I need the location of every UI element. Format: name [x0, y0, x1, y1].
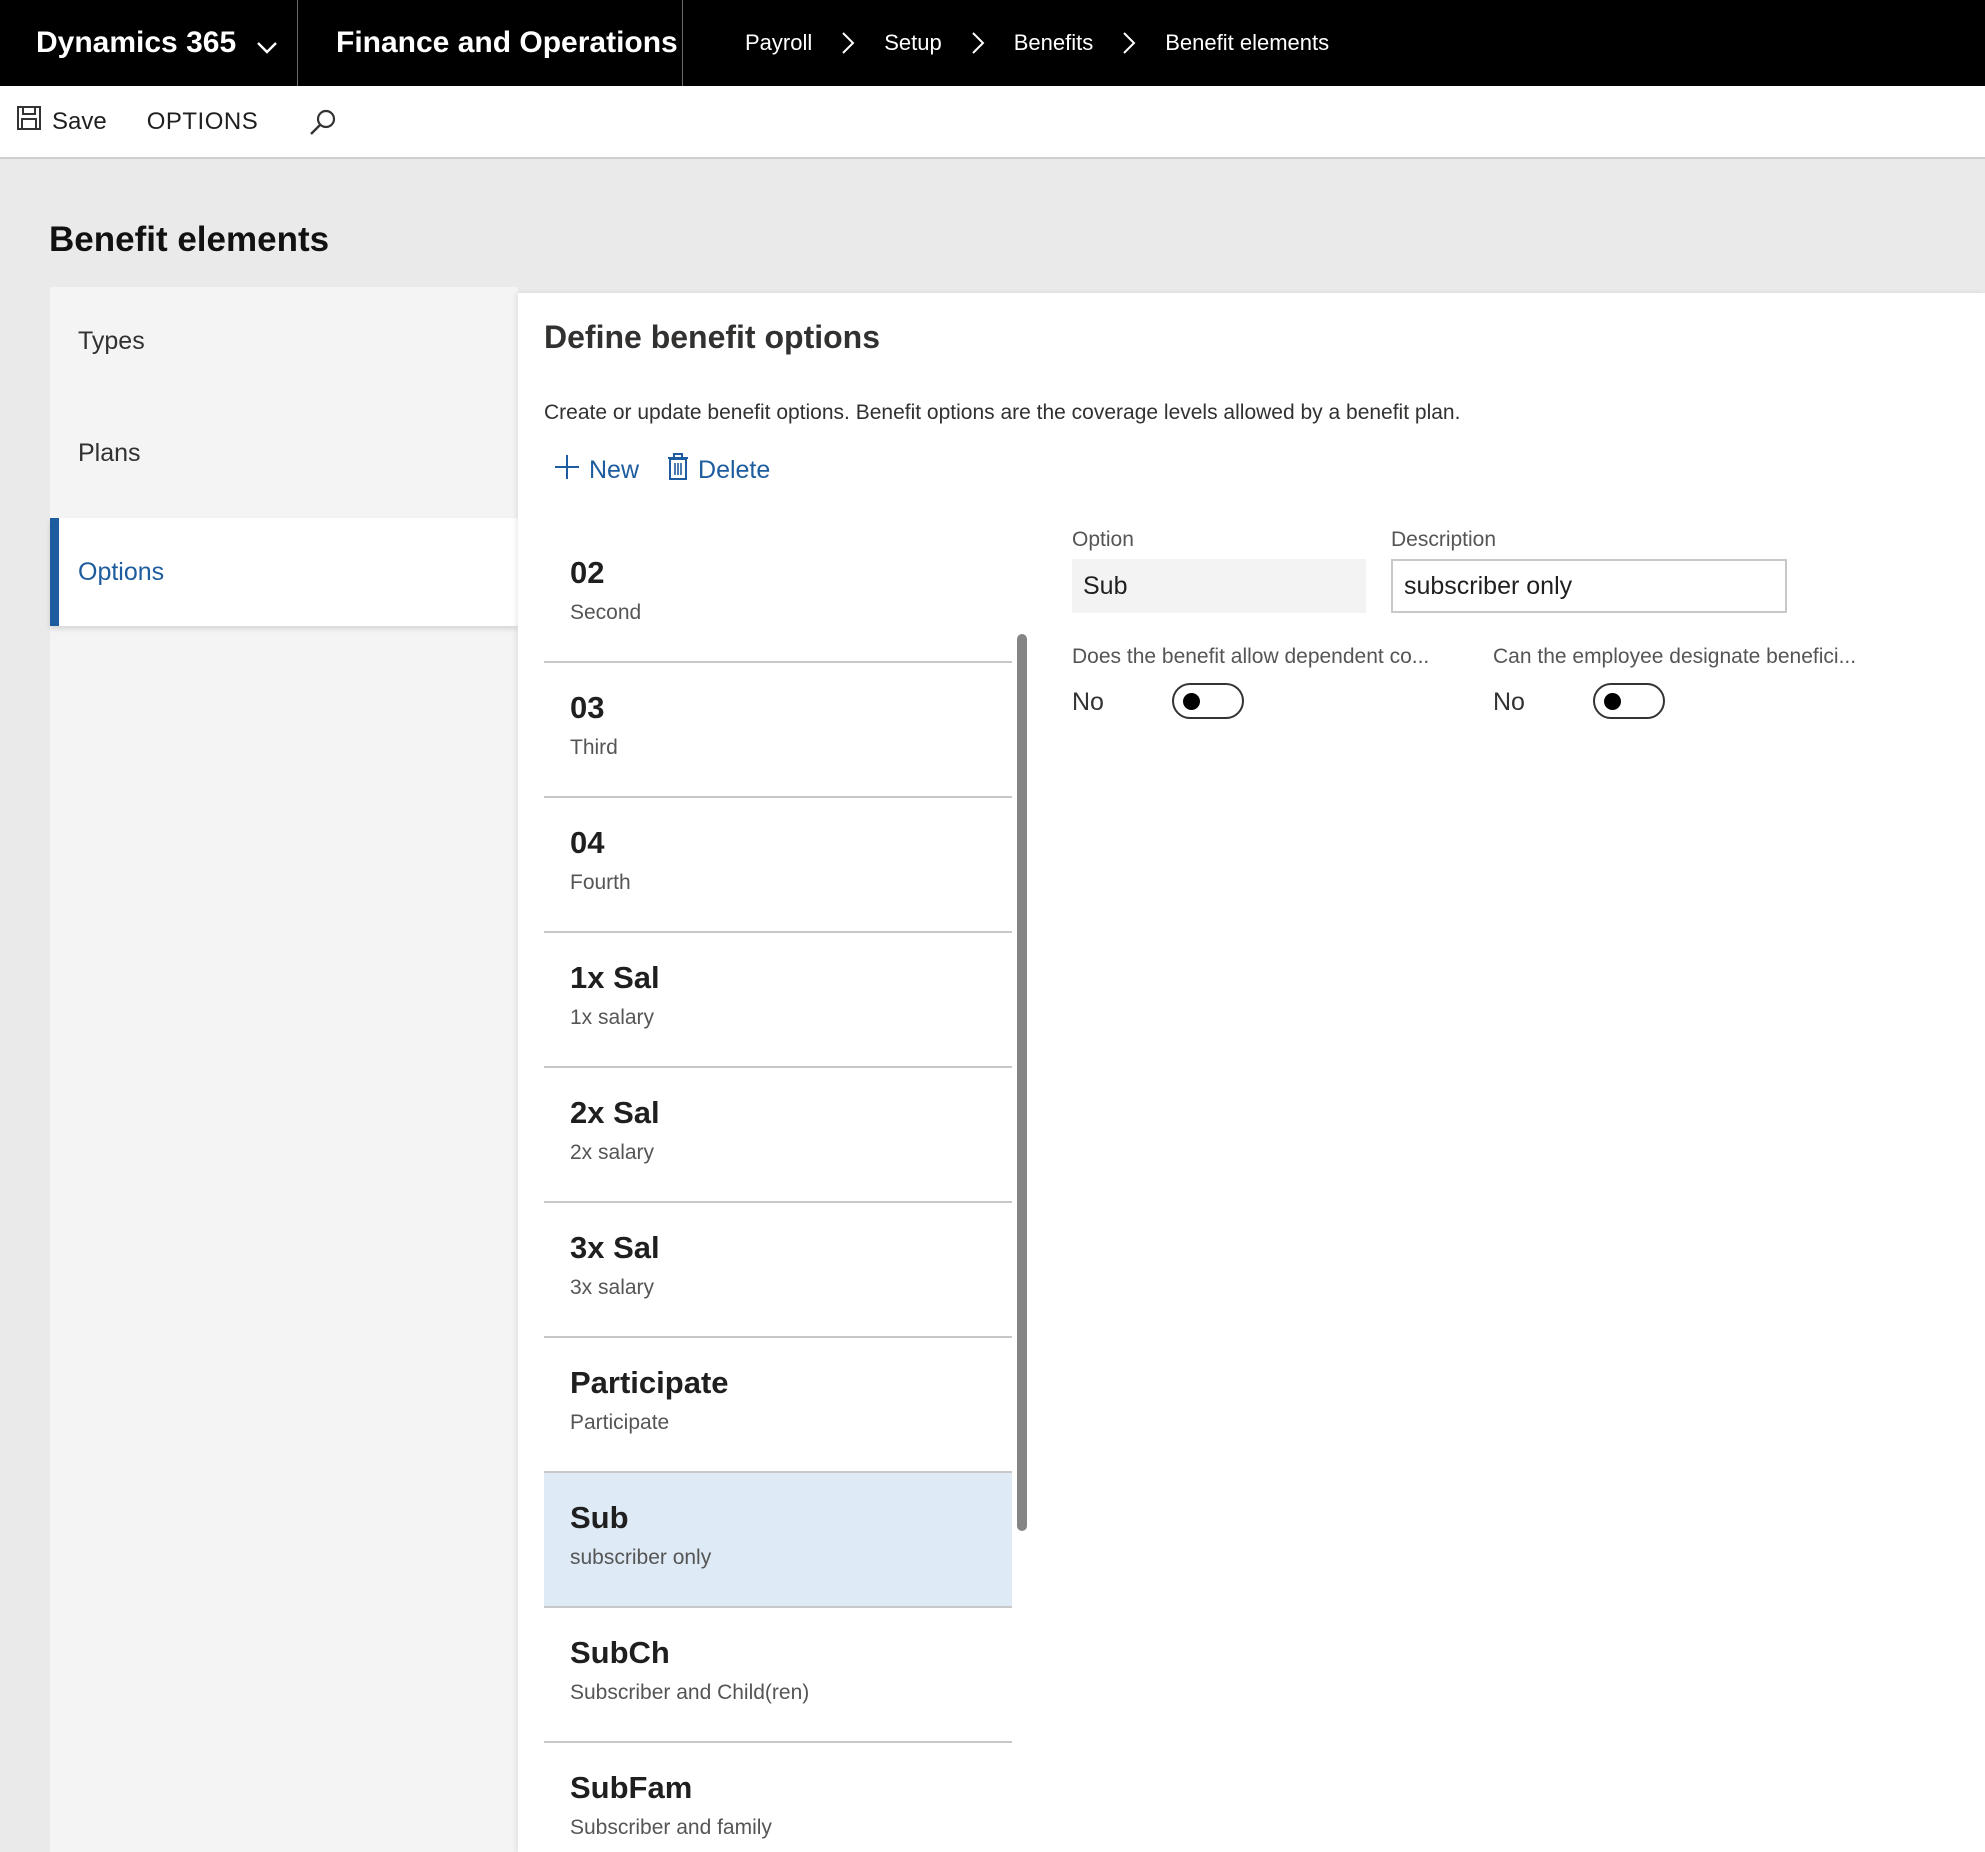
option-code: 03: [570, 690, 605, 725]
page-title: Benefit elements: [49, 220, 330, 259]
save-icon: [16, 105, 52, 138]
list-item[interactable]: Participate Participate: [544, 1338, 1012, 1473]
delete-button[interactable]: Delete: [667, 453, 770, 488]
toggle-knob: [1604, 693, 1621, 710]
main-panel: Define benefit options Create or update …: [518, 293, 1985, 1852]
module-name[interactable]: Finance and Operations: [298, 0, 683, 86]
option-description: Third: [570, 736, 618, 759]
option-description: subscriber only: [570, 1546, 712, 1569]
list-toolbar: New Delete: [554, 453, 770, 488]
option-code: 1x Sal: [570, 960, 660, 995]
dependent-coverage-toggle[interactable]: [1172, 683, 1244, 719]
breadcrumb: Payroll Setup Benefits Benefit elements: [683, 0, 1329, 86]
new-label: New: [589, 456, 640, 484]
option-description: 2x salary: [570, 1141, 655, 1164]
sidebar: Types Plans Options: [50, 287, 518, 1852]
beneficiary-value: No: [1493, 688, 1525, 716]
brand-name: Dynamics 365: [36, 26, 237, 59]
breadcrumb-payroll[interactable]: Payroll: [745, 30, 812, 56]
save-label: Save: [52, 107, 107, 135]
option-label: Option: [1072, 528, 1134, 551]
trash-icon: [667, 453, 698, 488]
option-description: Subscriber and Child(ren): [570, 1681, 810, 1704]
search-icon[interactable]: [308, 85, 338, 158]
option-code: 3x Sal: [570, 1230, 660, 1265]
option-description: Fourth: [570, 871, 631, 894]
options-menu[interactable]: OPTIONS: [147, 85, 259, 158]
sidebar-item-types[interactable]: Types: [50, 287, 518, 395]
beneficiary-label: Can the employee designate benefici...: [1493, 645, 1857, 668]
dependent-coverage-value: No: [1072, 688, 1104, 716]
chevron-right-icon: [1107, 31, 1151, 55]
option-code: 04: [570, 825, 605, 860]
option-code: SubFam: [570, 1770, 693, 1805]
option-code: Sub: [570, 1500, 629, 1535]
action-pane: Save OPTIONS: [0, 86, 1985, 159]
list-item[interactable]: SubFam Subscriber and family: [544, 1743, 1012, 1852]
option-code: 2x Sal: [570, 1095, 660, 1130]
list-item[interactable]: 02 Second: [544, 528, 1012, 663]
sidebar-item-plans[interactable]: Plans: [50, 399, 518, 507]
list-item-selected[interactable]: Sub subscriber only: [544, 1473, 1012, 1608]
toggle-knob: [1183, 693, 1200, 710]
delete-label: Delete: [698, 456, 771, 484]
top-navigation-bar: Dynamics 365 Finance and Operations Payr…: [0, 0, 1985, 86]
chevron-right-icon: [826, 31, 870, 55]
breadcrumb-benefits[interactable]: Benefits: [1014, 30, 1094, 56]
section-description: Create or update benefit options. Benefi…: [544, 401, 1461, 424]
breadcrumb-benefit-elements[interactable]: Benefit elements: [1165, 30, 1329, 56]
dependent-coverage-label: Does the benefit allow dependent co...: [1072, 645, 1430, 668]
options-list: 02 Second 03 Third 04 Fourth 1x Sal 1x s…: [544, 528, 1012, 1852]
breadcrumb-setup[interactable]: Setup: [884, 30, 942, 56]
description-label: Description: [1391, 528, 1497, 551]
list-item[interactable]: 3x Sal 3x salary: [544, 1203, 1012, 1338]
list-item[interactable]: 1x Sal 1x salary: [544, 933, 1012, 1068]
save-button[interactable]: Save: [16, 85, 107, 158]
option-field[interactable]: Sub: [1072, 559, 1366, 613]
list-item[interactable]: SubCh Subscriber and Child(ren): [544, 1608, 1012, 1743]
option-code: 02: [570, 555, 605, 590]
section-title: Define benefit options: [544, 319, 880, 355]
app-switcher[interactable]: Dynamics 365: [0, 0, 298, 86]
beneficiary-toggle[interactable]: [1593, 683, 1665, 719]
option-code: Participate: [570, 1365, 729, 1400]
option-description: Subscriber and family: [570, 1816, 772, 1839]
option-code: SubCh: [570, 1635, 670, 1670]
chevron-right-icon: [956, 31, 1000, 55]
description-field[interactable]: subscriber only: [1391, 559, 1787, 613]
sidebar-item-options[interactable]: Options: [50, 518, 518, 626]
chevron-down-icon: [256, 32, 278, 54]
plus-icon: [554, 454, 589, 487]
list-item[interactable]: 04 Fourth: [544, 798, 1012, 933]
option-description: Participate: [570, 1411, 670, 1434]
list-item[interactable]: 03 Third: [544, 663, 1012, 798]
option-description: 3x salary: [570, 1276, 655, 1299]
option-description: 1x salary: [570, 1006, 655, 1029]
new-button[interactable]: New: [554, 454, 639, 487]
option-description: Second: [570, 601, 642, 624]
list-item[interactable]: 2x Sal 2x salary: [544, 1068, 1012, 1203]
list-scrollbar[interactable]: [1017, 634, 1027, 1531]
